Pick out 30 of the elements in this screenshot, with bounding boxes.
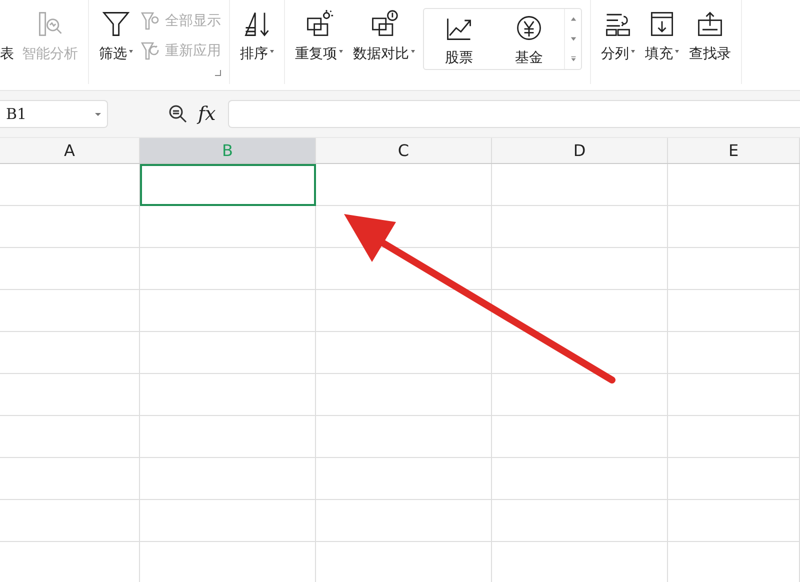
column-header[interactable]: C <box>316 138 492 163</box>
selected-cell[interactable] <box>140 164 316 206</box>
expand-icon[interactable] <box>570 56 576 62</box>
ribbon-button[interactable]: 表 <box>0 45 14 63</box>
ribbon-button[interactable]: 重复项 <box>293 6 345 66</box>
gallery-button[interactable]: 股票 <box>424 9 494 69</box>
upload-tray-icon <box>695 9 725 39</box>
name-box[interactable]: B1 <box>0 100 108 128</box>
filter-icon <box>101 9 131 39</box>
ribbon-button[interactable]: 填充 <box>643 6 681 66</box>
overlapping-squares-icon <box>369 9 399 39</box>
caret-icon <box>95 112 101 116</box>
column-header[interactable]: D <box>492 138 668 163</box>
ribbon-button[interactable]: 查找录 <box>687 6 733 66</box>
scroll-up-icon[interactable] <box>570 16 576 22</box>
ribbon-button[interactable]: 筛选 <box>97 6 135 66</box>
function-button[interactable]: fx <box>198 103 216 125</box>
filter-refresh-icon <box>141 41 161 61</box>
column-header[interactable]: E <box>668 138 800 163</box>
overlapping-squares-icon <box>304 9 334 39</box>
dialog-launcher-icon[interactable] <box>215 70 221 76</box>
ribbon-button[interactable]: 排序 <box>238 6 276 66</box>
zoom-icon[interactable] <box>168 104 188 124</box>
yen-icon <box>514 13 544 43</box>
formula-field[interactable] <box>228 100 800 128</box>
scroll-down-icon[interactable] <box>570 36 576 42</box>
filter-eye-icon <box>141 11 161 31</box>
ribbon-button[interactable]: 分列 <box>599 6 637 66</box>
ribbon-button[interactable]: 数据对比 <box>351 6 417 66</box>
gallery-button[interactable]: 基金 <box>494 9 564 69</box>
